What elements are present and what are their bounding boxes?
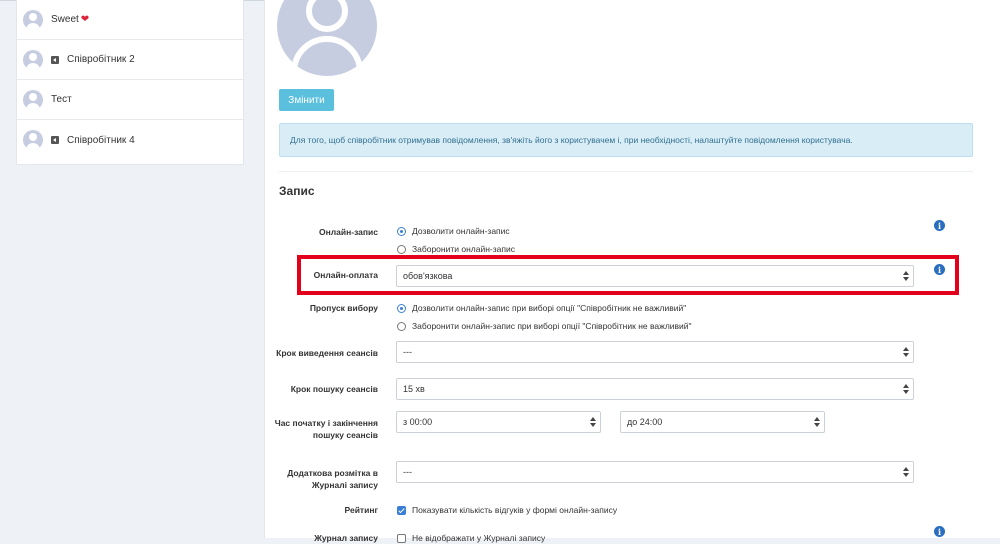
divider <box>279 171 973 172</box>
skip-choice-allow-option[interactable]: Дозволити онлайн-запис при виборі опції … <box>397 303 686 313</box>
avatar-icon <box>23 89 43 110</box>
section-title: Запис <box>279 184 315 198</box>
checkbox-label: Не відображати у Журналі запису <box>412 533 546 543</box>
skip-choice-deny-option[interactable]: Заборонити онлайн-запис при виборі опції… <box>397 321 692 331</box>
select-arrows-icon <box>903 347 909 357</box>
radio-unchecked[interactable] <box>397 244 406 254</box>
option-label: Заборонити онлайн-запис <box>412 244 515 254</box>
checkbox-checked[interactable] <box>397 505 406 515</box>
session-step-select[interactable]: --- <box>396 341 914 363</box>
session-step-label: Крок виведення сеансів <box>276 348 378 358</box>
profile-avatar-icon <box>277 0 377 76</box>
notification-alert: Для того, щоб співробітник отримував пов… <box>279 123 973 157</box>
staff-item-4[interactable]: Співробітник 4 <box>17 120 243 160</box>
staff-name: Тест <box>51 94 72 105</box>
share-icon <box>51 55 59 64</box>
journal-label: Журнал запису <box>314 533 378 543</box>
select-value: з 00:00 <box>403 417 433 427</box>
extra-markup-label: Додаткова розмітка в Журналі запису <box>287 468 378 490</box>
extra-markup-select[interactable]: --- <box>396 461 914 483</box>
time-range-label: Час початку і закінчення пошуку сеансів <box>274 418 378 440</box>
change-photo-button[interactable]: Змінити <box>279 89 334 111</box>
staff-settings-panel: Змінити Для того, щоб співробітник отрим… <box>264 0 1000 543</box>
online-booking-label: Онлайн-запис <box>319 227 378 237</box>
staff-list: Sweet ❤ Співробітник 2 Тест Співробітник… <box>16 0 244 165</box>
staff-name: Співробітник 4 <box>67 134 135 146</box>
staff-item-sweet[interactable]: Sweet ❤ <box>17 0 243 40</box>
select-value: --- <box>403 347 412 357</box>
rating-label: Рейтинг <box>344 505 378 515</box>
select-value: --- <box>403 467 412 477</box>
select-value: до 24:00 <box>627 417 663 427</box>
avatar-icon <box>23 49 43 70</box>
rating-checkbox-row[interactable]: Показувати кількість відгуків у формі он… <box>397 505 617 515</box>
radio-checked[interactable] <box>397 226 406 236</box>
time-to-select[interactable]: до 24:00 <box>620 411 825 433</box>
search-step-label: Крок пошуку сеансів <box>290 384 378 394</box>
heart-icon: ❤ <box>80 14 90 25</box>
highlight-box <box>297 255 959 295</box>
option-label: Заборонити онлайн-запис при виборі опції… <box>412 321 692 331</box>
staff-name: Sweet <box>51 14 79 25</box>
option-label: Дозволити онлайн-запис при виборі опції … <box>412 303 687 313</box>
staff-name: Співробітник 2 <box>67 54 135 65</box>
option-label: Дозволити онлайн-запис <box>412 226 510 236</box>
search-step-select[interactable]: 15 хв <box>396 378 914 400</box>
online-booking-deny-option[interactable]: Заборонити онлайн-запис <box>397 244 515 254</box>
select-arrows-icon <box>903 467 909 477</box>
avatar-icon <box>23 9 43 30</box>
time-from-select[interactable]: з 00:00 <box>396 411 601 433</box>
radio-checked[interactable] <box>397 303 406 313</box>
info-icon[interactable]: i <box>934 526 945 537</box>
journal-checkbox-row[interactable]: Не відображати у Журналі запису <box>397 533 545 543</box>
share-icon <box>51 136 59 144</box>
select-arrows-icon <box>590 417 596 427</box>
radio-unchecked[interactable] <box>397 321 406 331</box>
avatar-icon <box>23 130 43 150</box>
info-icon[interactable]: i <box>934 220 945 231</box>
online-booking-allow-option[interactable]: Дозволити онлайн-запис <box>397 226 510 236</box>
checkbox-label: Показувати кількість відгуків у формі он… <box>412 505 618 515</box>
staff-item-test[interactable]: Тест <box>17 80 243 120</box>
skip-choice-label: Пропуск вибору <box>309 303 378 313</box>
select-arrows-icon <box>814 417 820 427</box>
select-value: 15 хв <box>403 384 425 394</box>
staff-item-2[interactable]: Співробітник 2 <box>17 40 243 80</box>
checkbox-unchecked[interactable] <box>397 533 406 543</box>
select-arrows-icon <box>903 384 909 394</box>
